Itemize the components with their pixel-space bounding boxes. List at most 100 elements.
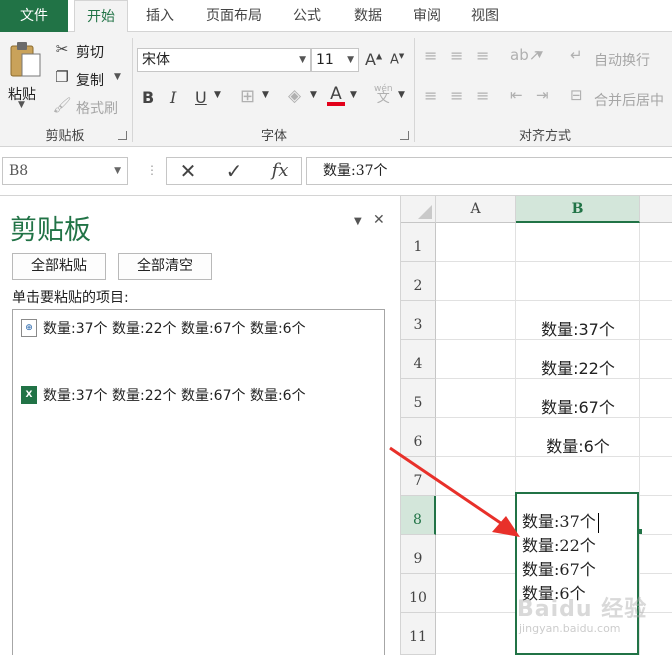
gridline: [436, 300, 672, 301]
chevron-down-icon: ▼: [114, 166, 121, 176]
italic-button[interactable]: I: [170, 88, 176, 107]
copy-dropdown-icon[interactable]: ▼: [114, 72, 121, 82]
excel-clip-icon: X: [21, 386, 37, 404]
merge-center-button[interactable]: 合并后居中: [594, 90, 664, 110]
paste-dropdown-icon[interactable]: ▼: [18, 100, 25, 110]
underline-button[interactable]: U: [195, 88, 207, 107]
font-launcher-icon[interactable]: [400, 131, 409, 140]
row-header-10[interactable]: 10: [401, 574, 436, 613]
phonetic-dropdown-icon[interactable]: ▼: [398, 90, 405, 100]
align-left-icon[interactable]: ≡: [424, 86, 437, 105]
cell-b6[interactable]: 数量:6个: [516, 433, 640, 457]
worksheet-grid: A B 1 2 3 4 5 6 7 8 9 10 11 数量:37个 数量:22…: [400, 196, 672, 655]
cut-button[interactable]: 剪切: [76, 42, 104, 62]
font-color-dropdown-icon[interactable]: ▼: [350, 90, 357, 100]
increase-indent-icon[interactable]: ⇥: [536, 86, 549, 104]
tab-file[interactable]: 文件: [0, 0, 68, 32]
row-header-2[interactable]: 2: [401, 262, 436, 301]
pane-title: 剪贴板: [10, 215, 91, 246]
decrease-indent-icon[interactable]: ⇤: [510, 86, 523, 104]
align-bottom-icon[interactable]: ≡: [476, 46, 489, 65]
clipboard-item[interactable]: ⊕ 数量:37个 数量:22个 数量:67个 数量:6个: [21, 316, 381, 340]
text-caret: [597, 512, 599, 533]
insert-function-icon[interactable]: fx: [263, 158, 297, 184]
column-header-b[interactable]: B: [516, 196, 640, 223]
cell-b3[interactable]: 数量:37个: [516, 316, 640, 340]
row-header-4[interactable]: 4: [401, 340, 436, 379]
clipboard-item-text: 数量:37个 数量:22个 数量:67个 数量:6个: [43, 388, 306, 404]
clipboard-item[interactable]: X 数量:37个 数量:22个 数量:67个 数量:6个: [21, 383, 381, 407]
cell-b5[interactable]: 数量:67个: [516, 394, 640, 418]
edit-line: 数量:37个: [522, 508, 599, 533]
cell-b4[interactable]: 数量:22个: [516, 355, 640, 379]
merge-icon: ⊟: [570, 86, 583, 104]
clipboard-item-list: ⊕ 数量:37个 数量:22个 数量:67个 数量:6个 X 数量:37个 数量…: [12, 309, 385, 655]
tab-formulas[interactable]: 公式: [282, 0, 332, 32]
align-top-icon[interactable]: ≡: [424, 46, 437, 65]
font-name-combo[interactable]: 宋体 ▼: [137, 48, 311, 72]
paste-button[interactable]: 粘贴 ▼: [4, 38, 46, 118]
fill-color-icon[interactable]: ◈: [288, 86, 301, 106]
clear-all-button[interactable]: 全部清空: [118, 253, 212, 280]
font-color-button[interactable]: A: [327, 84, 345, 106]
row-header-11[interactable]: 11: [401, 613, 436, 655]
tab-insert[interactable]: 插入: [134, 0, 186, 32]
paste-all-button[interactable]: 全部粘贴: [12, 253, 106, 280]
align-center-icon[interactable]: ≡: [450, 86, 463, 105]
group-divider: [414, 38, 415, 142]
format-painter-button[interactable]: 格式刷: [76, 98, 118, 118]
formula-bar: B8 ▼ ⋮ ✕ ✓ fx 数量:37个: [0, 147, 672, 196]
clipboard-pane: 剪贴板 ▼ ✕ 全部粘贴 全部清空 单击要粘贴的项目: ⊕ 数量:37个 数量:…: [0, 196, 400, 655]
formula-buttons: ✕ ✓ fx: [166, 157, 302, 185]
fill-handle[interactable]: [637, 529, 642, 534]
close-icon[interactable]: ✕: [373, 212, 385, 228]
tab-home[interactable]: 开始: [74, 0, 128, 33]
enter-icon[interactable]: ✓: [217, 158, 251, 184]
row-header-1[interactable]: 1: [401, 223, 436, 262]
brush-icon: 🖌: [52, 96, 72, 114]
baidu-watermark: Baidu 经验: [517, 597, 648, 622]
row-header-5[interactable]: 5: [401, 379, 436, 418]
column-header-a[interactable]: A: [436, 196, 516, 223]
underline-dropdown-icon[interactable]: ▼: [214, 90, 221, 100]
clipboard-launcher-icon[interactable]: [118, 131, 127, 140]
formula-input[interactable]: 数量:37个: [306, 157, 672, 185]
borders-dropdown-icon[interactable]: ▼: [262, 90, 269, 100]
scissors-icon: ✂: [55, 40, 69, 58]
wrap-text-button[interactable]: 自动换行: [594, 50, 650, 70]
paste-icon: [10, 42, 41, 77]
cancel-icon[interactable]: ✕: [171, 158, 205, 184]
grow-font-button[interactable]: A▲: [365, 50, 382, 69]
font-size-value: 11: [316, 52, 334, 68]
select-all-button[interactable]: [401, 196, 436, 223]
fill-dropdown-icon[interactable]: ▼: [310, 90, 317, 100]
tab-page-layout[interactable]: 页面布局: [196, 0, 272, 32]
annotation-arrow-icon: [389, 446, 520, 537]
name-box[interactable]: B8 ▼: [2, 157, 128, 185]
phonetic-button[interactable]: wén 文: [374, 84, 393, 105]
shrink-font-button[interactable]: A▼: [390, 52, 404, 67]
font-name-value: 宋体: [142, 52, 170, 68]
clipboard-group-label: 剪贴板: [45, 129, 85, 144]
orientation-dropdown-icon[interactable]: ▼: [536, 50, 543, 60]
tab-data[interactable]: 数据: [340, 0, 396, 32]
row-header-3[interactable]: 3: [401, 301, 436, 340]
copy-icon: ❐: [55, 68, 69, 86]
borders-icon[interactable]: ⊞: [240, 86, 255, 107]
web-clip-icon: ⊕: [21, 319, 37, 337]
font-group-label: 字体: [260, 129, 287, 144]
tab-review[interactable]: 审阅: [402, 0, 452, 32]
pane-options-icon[interactable]: ▼: [354, 216, 362, 227]
edit-line: 数量:67个: [522, 560, 596, 579]
align-right-icon[interactable]: ≡: [476, 86, 489, 105]
name-box-value: B8: [9, 163, 29, 179]
gridline: [436, 261, 672, 262]
align-middle-icon[interactable]: ≡: [450, 46, 463, 65]
column-header-c[interactable]: [640, 196, 672, 223]
excel-window: 文件 开始 插入 页面布局 公式 数据 审阅 视图 粘贴 ▼ ✂ 剪切 ❐ 复制…: [0, 0, 672, 655]
copy-button[interactable]: 复制: [76, 70, 104, 90]
formula-bar-grip-icon[interactable]: ⋮: [146, 163, 158, 177]
font-size-combo[interactable]: 11 ▼: [311, 48, 359, 72]
tab-view[interactable]: 视图: [460, 0, 510, 32]
bold-button[interactable]: B: [142, 88, 154, 107]
